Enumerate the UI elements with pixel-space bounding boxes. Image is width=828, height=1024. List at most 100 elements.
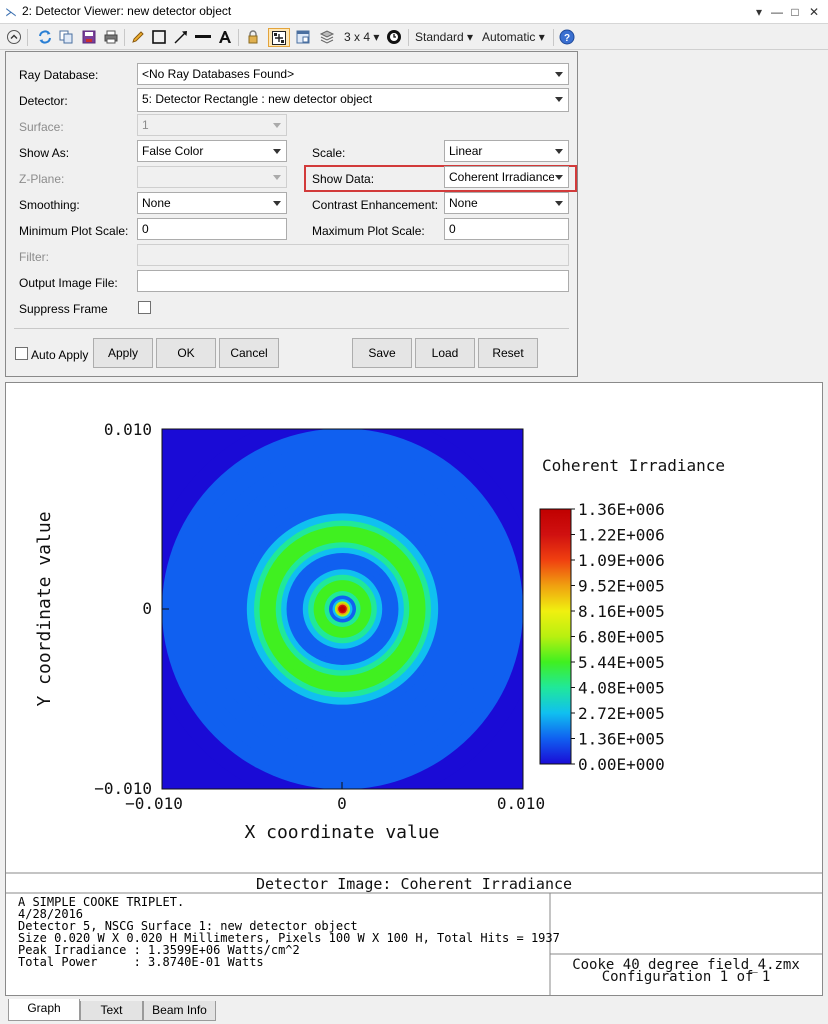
apply-button[interactable]: Apply [93, 338, 153, 368]
save-button[interactable]: Save [352, 338, 412, 368]
reset-button[interactable]: Reset [478, 338, 538, 368]
smoothing-label: Smoothing: [19, 198, 80, 212]
plot-title: Detector Image: Coherent Irradiance [256, 875, 572, 893]
show-as-value: False Color [142, 144, 204, 158]
scale-label: Scale: [312, 146, 346, 160]
y-tick-label: 0.010 [104, 420, 152, 439]
lock-icon[interactable] [244, 28, 262, 47]
cancel-button[interactable]: Cancel [219, 338, 279, 368]
x-tick-label: 0 [337, 794, 347, 813]
min-plot-scale-input[interactable]: 0 [137, 218, 287, 240]
copy-icon[interactable] [57, 28, 75, 47]
detector-select[interactable]: 5: Detector Rectangle : new detector obj… [137, 88, 569, 112]
fit-to-window-icon[interactable] [268, 28, 290, 47]
colorbar-tick-label: 4.08E+005 [578, 679, 665, 698]
settings-panel: Ray Database: <No Ray Databases Found> D… [5, 51, 578, 377]
suppress-frame-label: Suppress Frame [19, 302, 108, 316]
heatmap-rings [162, 429, 523, 789]
layers-icon[interactable] [318, 28, 336, 47]
x-tick-label: 0.010 [497, 794, 545, 813]
window-icon: ⋋ [5, 5, 17, 19]
max-plot-scale-label: Maximum Plot Scale: [312, 224, 425, 238]
heatmap-ring [339, 606, 346, 612]
surface-label: Surface: [19, 120, 64, 134]
ok-button[interactable]: OK [156, 338, 216, 368]
minimize-icon[interactable]: — [768, 3, 786, 21]
chevron-down-icon [555, 72, 563, 77]
chevron-down-icon [273, 123, 281, 128]
save-image-icon[interactable] [80, 28, 98, 47]
suppress-frame-checkbox[interactable] [138, 301, 151, 314]
print-icon[interactable] [102, 28, 120, 47]
collapse-settings-icon[interactable] [5, 28, 23, 47]
tab-text[interactable]: Text [80, 1001, 143, 1021]
svg-text:?: ? [564, 33, 570, 44]
line-icon[interactable] [194, 28, 212, 47]
toolbar: 3 x 4 ▾ Standard ▾ Automatic ▾ ? [0, 25, 828, 50]
x-tick-label: −0.010 [125, 794, 183, 813]
close-icon[interactable]: ✕ [805, 3, 823, 21]
load-button[interactable]: Load [415, 338, 475, 368]
window-title: 2: Detector Viewer: new detector object [22, 4, 232, 18]
tab-graph[interactable]: Graph [8, 999, 80, 1021]
rectangle-icon[interactable] [150, 28, 168, 47]
surface-select: 1 [137, 114, 287, 136]
show-data-label: Show Data: [312, 172, 375, 186]
info-line: Total Power : 3.8740E-01 Watts [18, 955, 264, 969]
smoothing-value: None [142, 196, 171, 210]
maximize-icon[interactable]: □ [786, 3, 804, 21]
automatic-dropdown[interactable]: Automatic ▾ [480, 28, 547, 47]
pencil-icon[interactable] [129, 28, 147, 47]
window-menu-icon[interactable]: ▾ [750, 3, 768, 21]
contrast-select[interactable]: None [444, 192, 569, 214]
smoothing-select[interactable]: None [137, 192, 287, 214]
scale-value: Linear [449, 144, 483, 158]
y-tick-label: 0 [142, 599, 152, 618]
auto-apply-checkbox[interactable] [15, 347, 28, 360]
colorbar-tick-label: 8.16E+005 [578, 602, 665, 621]
text-tool-icon[interactable] [216, 28, 234, 47]
detector-value: 5: Detector Rectangle : new detector obj… [142, 92, 373, 106]
filter-input [137, 244, 569, 266]
chevron-down-icon [555, 201, 563, 206]
x-axis-label: X coordinate value [244, 822, 439, 843]
chevron-down-icon [555, 149, 563, 154]
help-icon[interactable]: ? [558, 28, 576, 47]
window-layout-icon[interactable] [294, 28, 312, 47]
plot-panel: 0.010 0 −0.010 −0.010 0 0.010 X coordina… [5, 382, 823, 996]
chevron-down-icon [555, 175, 563, 180]
scale-select[interactable]: Linear [444, 140, 569, 162]
filter-label: Filter: [19, 250, 49, 264]
ray-database-label: Ray Database: [19, 68, 99, 82]
colorbar-tick-label: 1.22E+006 [578, 526, 665, 545]
layout-dropdown[interactable]: 3 x 4 ▾ [342, 28, 381, 47]
contrast-value: None [449, 196, 478, 210]
standard-dropdown[interactable]: Standard ▾ [413, 28, 475, 47]
colorbar-tick-label: 5.44E+005 [578, 653, 665, 672]
min-plot-scale-label: Minimum Plot Scale: [19, 224, 129, 238]
heatmap [162, 429, 523, 789]
show-as-label: Show As: [19, 146, 70, 160]
tab-beam-info[interactable]: Beam Info [143, 1001, 216, 1021]
y-axis-label: Y coordinate value [34, 511, 55, 706]
detector-label: Detector: [19, 94, 68, 108]
chevron-down-icon [273, 149, 281, 154]
zplane-select [137, 166, 287, 188]
max-plot-scale-input[interactable]: 0 [444, 218, 569, 240]
surface-value: 1 [142, 118, 149, 132]
title-bar: ⋋ 2: Detector Viewer: new detector objec… [0, 0, 828, 24]
clock-icon[interactable] [385, 28, 403, 47]
zplane-label: Z-Plane: [19, 172, 65, 186]
show-data-select[interactable]: Coherent Irradiance [444, 166, 569, 188]
ray-database-select[interactable]: <No Ray Databases Found> [137, 63, 569, 85]
arrow-icon[interactable] [172, 28, 190, 47]
auto-apply-label: Auto Apply [31, 348, 89, 362]
show-as-select[interactable]: False Color [137, 140, 287, 162]
colorbar-tick-label: 0.00E+000 [578, 755, 665, 774]
output-image-file-input[interactable] [137, 270, 569, 292]
info-text: A SIMPLE COOKE TRIPLET. 4/28/2016 Detect… [6, 893, 560, 995]
colorbar-tick-label: 6.80E+005 [578, 628, 665, 647]
refresh-icon[interactable] [36, 28, 54, 47]
colorbar-tick-label: 1.36E+005 [578, 730, 665, 749]
chevron-down-icon [273, 175, 281, 180]
